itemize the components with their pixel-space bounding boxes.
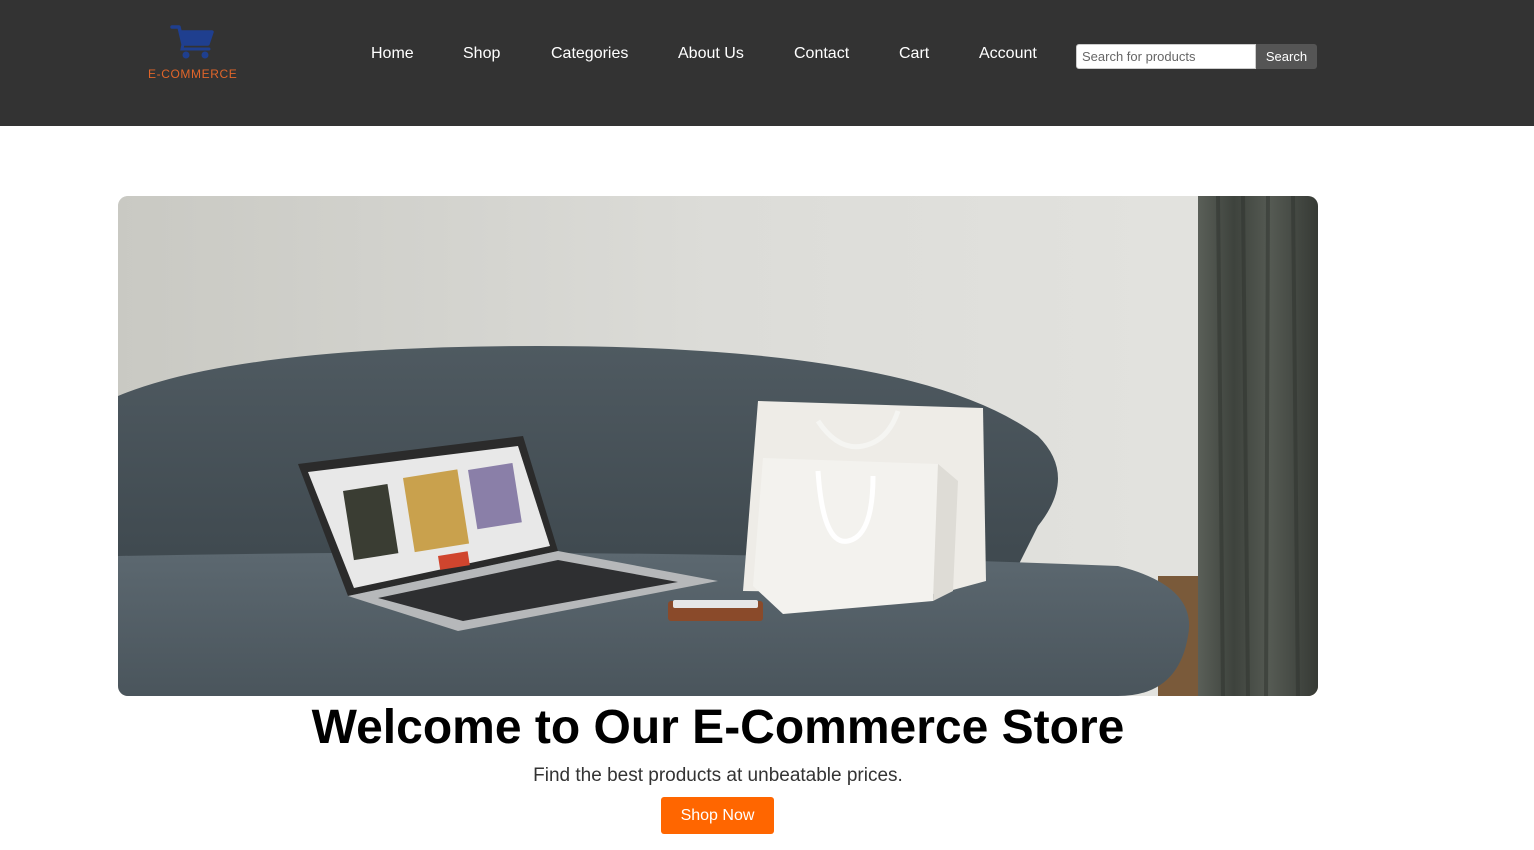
nav-about-us[interactable]: About Us	[678, 45, 744, 63]
search-button[interactable]: Search	[1256, 44, 1317, 69]
site-header: E-COMMERCE Home Shop Categories About Us…	[0, 0, 1534, 126]
hero-title: Welcome to Our E-Commerce Store	[311, 701, 1125, 754]
nav-contact[interactable]: Contact	[794, 45, 849, 63]
shop-now-button[interactable]: Shop Now	[661, 797, 774, 834]
nav-home[interactable]: Home	[371, 45, 414, 63]
logo[interactable]: E-COMMERCE	[146, 24, 242, 84]
hero-photo-illustration	[118, 196, 1318, 696]
hero-image	[118, 196, 1318, 696]
nav-shop[interactable]: Shop	[463, 45, 500, 63]
nav-cart[interactable]: Cart	[899, 45, 929, 63]
nav-categories[interactable]: Categories	[551, 45, 628, 63]
search-input[interactable]	[1076, 44, 1256, 69]
nav-account[interactable]: Account	[979, 45, 1037, 63]
logo-text: E-COMMERCE	[148, 67, 238, 81]
hero-subtitle: Find the best products at unbeatable pri…	[533, 765, 903, 786]
shopping-cart-icon	[170, 25, 214, 59]
